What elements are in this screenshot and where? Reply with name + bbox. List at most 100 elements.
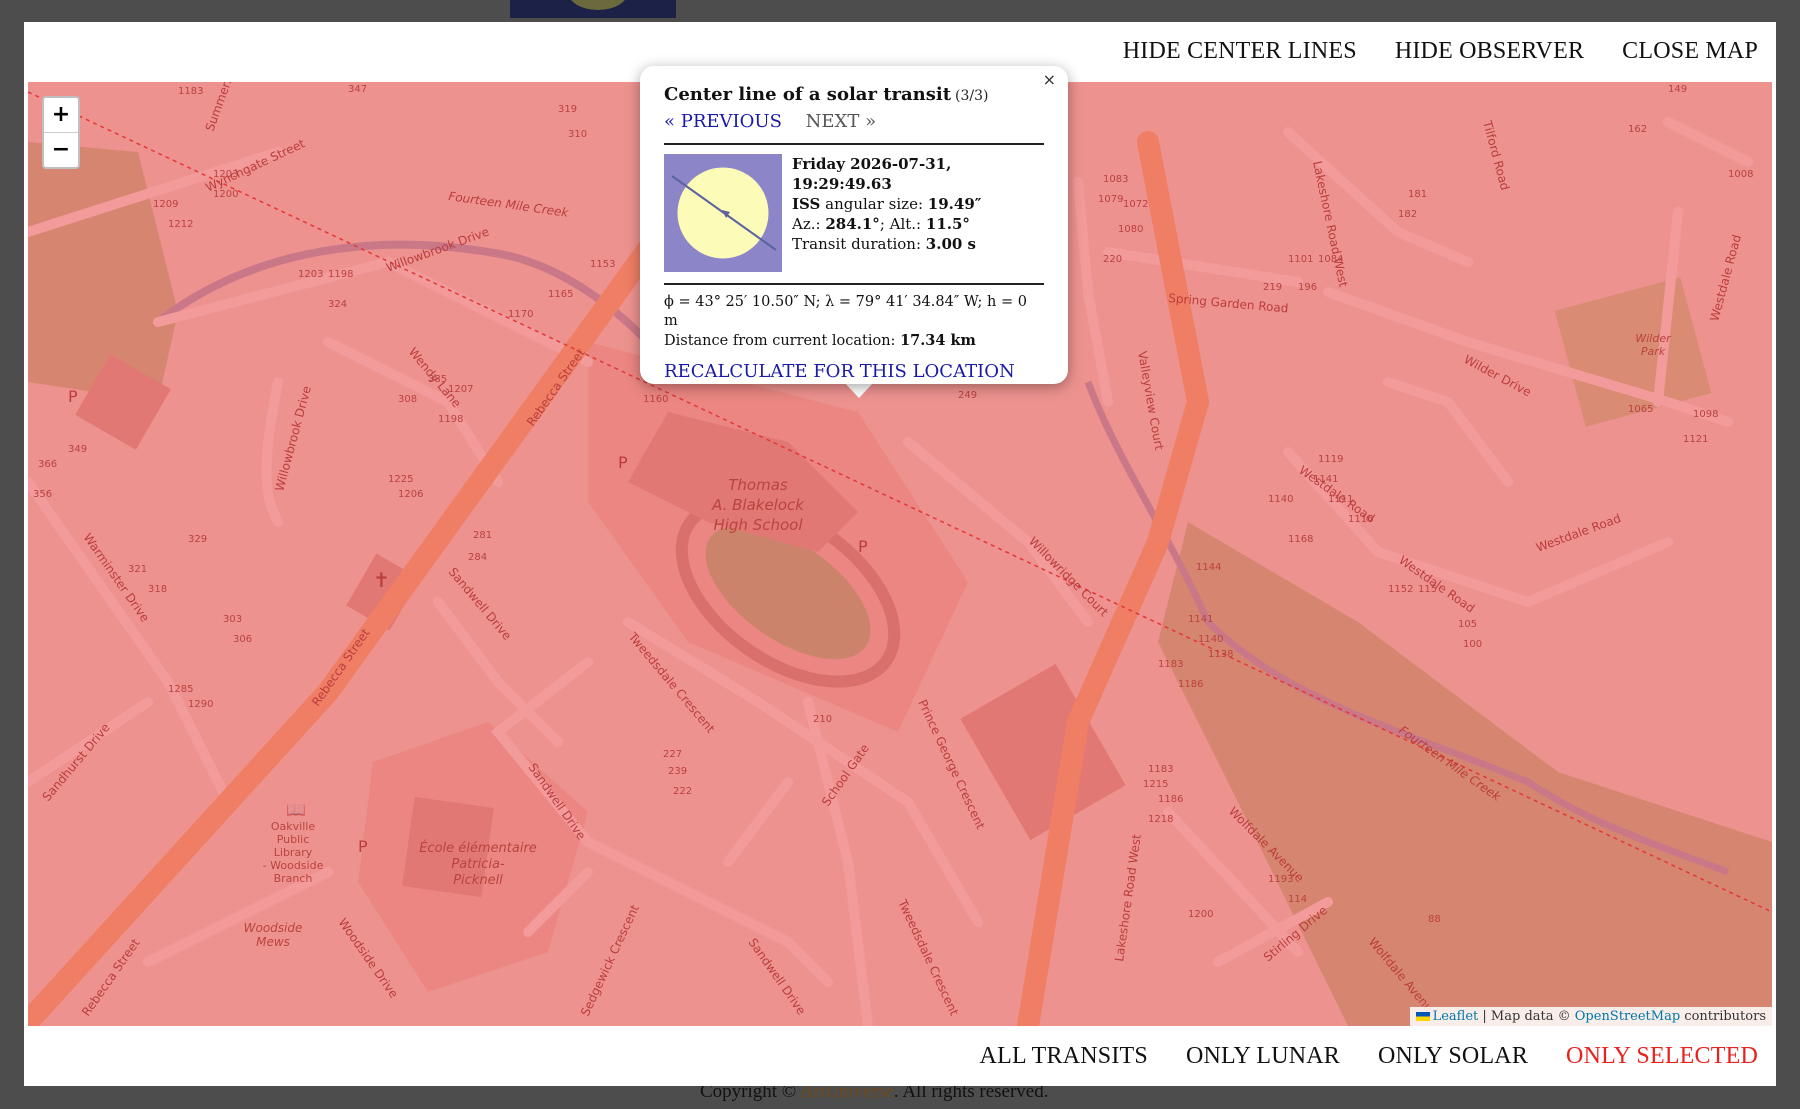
popup-nav: « PREVIOUS NEXT »	[664, 111, 1044, 132]
house-number: 366	[38, 459, 57, 470]
mews-label-1: Woodside	[244, 921, 303, 935]
recalculate-link[interactable]: RECALCULATE FOR THIS LOCATION	[664, 361, 1044, 382]
house-number: 1215	[1143, 779, 1168, 790]
house-number: 1098	[1693, 409, 1718, 420]
all-transits-button[interactable]: ALL TRANSITS	[980, 1043, 1148, 1070]
ecole-label-2: Patricia-	[451, 857, 505, 872]
house-number: 306	[233, 634, 252, 645]
house-number: 100	[1463, 639, 1482, 650]
leaflet-link[interactable]: Leaflet	[1433, 1009, 1479, 1024]
house-number: 1165	[548, 289, 573, 300]
house-number: 149	[1668, 84, 1687, 95]
house-number: 1183	[1158, 659, 1183, 670]
attribution-text: | Map data ©	[1478, 1009, 1575, 1024]
house-number: 1144	[1196, 562, 1221, 573]
house-number: 1140	[1268, 494, 1293, 505]
house-number: 1183	[1148, 764, 1173, 775]
house-number: 1193	[1268, 874, 1293, 885]
house-number: 319	[558, 104, 577, 115]
popup-title: Center line of a solar transit (3/3)	[664, 84, 989, 105]
transit-duration: Transit duration: 3.00 s	[792, 235, 976, 253]
house-number: 1121	[1683, 434, 1708, 445]
transit-popup: × Center line of a solar transit (3/3) « …	[640, 66, 1068, 384]
house-number: 1203	[298, 269, 323, 280]
house-number: 1116	[1348, 514, 1373, 525]
attribution-tail: contributors	[1680, 1009, 1766, 1024]
house-number: 303	[223, 614, 242, 625]
transit-datetime: Friday 2026-07-31, 19:29:49.63	[792, 155, 952, 193]
house-number: 1119	[1318, 454, 1343, 465]
transit-detail: Friday 2026-07-31, 19:29:49.63 ISS angul…	[664, 154, 1044, 272]
house-number: 1101	[1288, 254, 1313, 265]
distance: Distance from current location: 17.34 km	[664, 332, 976, 349]
library-label-2: Public	[277, 833, 310, 846]
transit-info: Friday 2026-07-31, 19:29:49.63 ISS angul…	[792, 154, 1044, 272]
house-number: 1080	[1118, 224, 1143, 235]
house-number: 1290	[188, 699, 213, 710]
zoom-in-button[interactable]: +	[44, 98, 78, 132]
house-number: 1200	[1188, 909, 1213, 920]
hide-observer-button[interactable]: HIDE OBSERVER	[1395, 38, 1584, 65]
house-number: 105	[1458, 619, 1477, 630]
popup-counter: (3/3)	[955, 88, 989, 104]
house-number: 1141	[1188, 614, 1213, 625]
house-number: 1198	[438, 414, 463, 425]
house-number: 347	[348, 84, 367, 95]
house-number: 1138	[1208, 649, 1233, 660]
only-lunar-button[interactable]: ONLY LUNAR	[1186, 1043, 1340, 1070]
popup-divider-top	[664, 143, 1044, 145]
house-number: 1218	[1148, 814, 1173, 825]
house-number: 1225	[388, 474, 413, 485]
ukraine-flag-icon	[1415, 1012, 1430, 1021]
school-label-1: Thomas	[728, 476, 788, 494]
library-icon: 📖	[286, 800, 306, 819]
place-of-worship-icon: ✝	[373, 568, 390, 592]
house-number: 1203	[213, 169, 238, 180]
house-number: 1153	[590, 259, 615, 270]
svg-text:P: P	[618, 453, 628, 472]
only-solar-button[interactable]: ONLY SOLAR	[1378, 1043, 1528, 1070]
house-number: 1285	[168, 684, 193, 695]
park-label-2: Park	[1641, 345, 1666, 358]
house-number: 1206	[398, 489, 423, 500]
house-number: 324	[328, 299, 347, 310]
house-number: 1072	[1123, 199, 1148, 210]
house-number: 1079	[1098, 194, 1123, 205]
angular-size: ISS angular size: 19.49″	[792, 195, 982, 213]
house-number: 329	[188, 534, 207, 545]
hide-center-lines-button[interactable]: HIDE CENTER LINES	[1123, 38, 1357, 65]
house-number: 1141	[1313, 474, 1338, 485]
house-number: 349	[68, 444, 87, 455]
only-selected-button[interactable]: ONLY SELECTED	[1566, 1043, 1758, 1070]
house-number: 220	[1103, 254, 1122, 265]
house-number: 385	[428, 374, 447, 385]
previous-link[interactable]: « PREVIOUS	[664, 111, 782, 132]
house-number: 239	[668, 766, 687, 777]
house-number: 115	[1418, 584, 1437, 595]
house-number: 284	[468, 552, 487, 563]
house-number: 281	[473, 530, 492, 541]
school-label-3: High School	[713, 516, 803, 534]
house-number: 1160	[643, 394, 668, 405]
house-number: 1209	[153, 199, 178, 210]
house-number: 222	[673, 786, 692, 797]
house-number: 1008	[1728, 169, 1753, 180]
openstreetmap-link[interactable]: OpenStreetMap	[1575, 1009, 1680, 1024]
zoom-out-button[interactable]: −	[44, 132, 78, 167]
house-number: 1084	[1318, 254, 1343, 265]
house-number: 1170	[508, 309, 533, 320]
az-alt: Az.: 284.1°; Alt.: 11.5°	[792, 215, 970, 233]
close-map-button[interactable]: CLOSE MAP	[1622, 38, 1758, 65]
popup-close-icon[interactable]: ×	[1043, 70, 1056, 89]
house-number: 88	[1428, 914, 1441, 925]
map-attribution: Leaflet | Map data © OpenStreetMap contr…	[1409, 1007, 1772, 1026]
location-coordinates: ϕ = 43° 25′ 10.50″ N; λ = 79° 41′ 34.84″…	[664, 293, 1044, 351]
house-number: 321	[128, 564, 147, 575]
svg-text:P: P	[358, 837, 368, 856]
transit-sun-thumbnail	[664, 154, 782, 272]
house-number: 1152	[1388, 584, 1413, 595]
park-label-1: Wilder	[1635, 332, 1672, 345]
house-number: 196	[1298, 282, 1317, 293]
house-number: 356	[33, 489, 52, 500]
next-link[interactable]: NEXT »	[806, 111, 876, 132]
